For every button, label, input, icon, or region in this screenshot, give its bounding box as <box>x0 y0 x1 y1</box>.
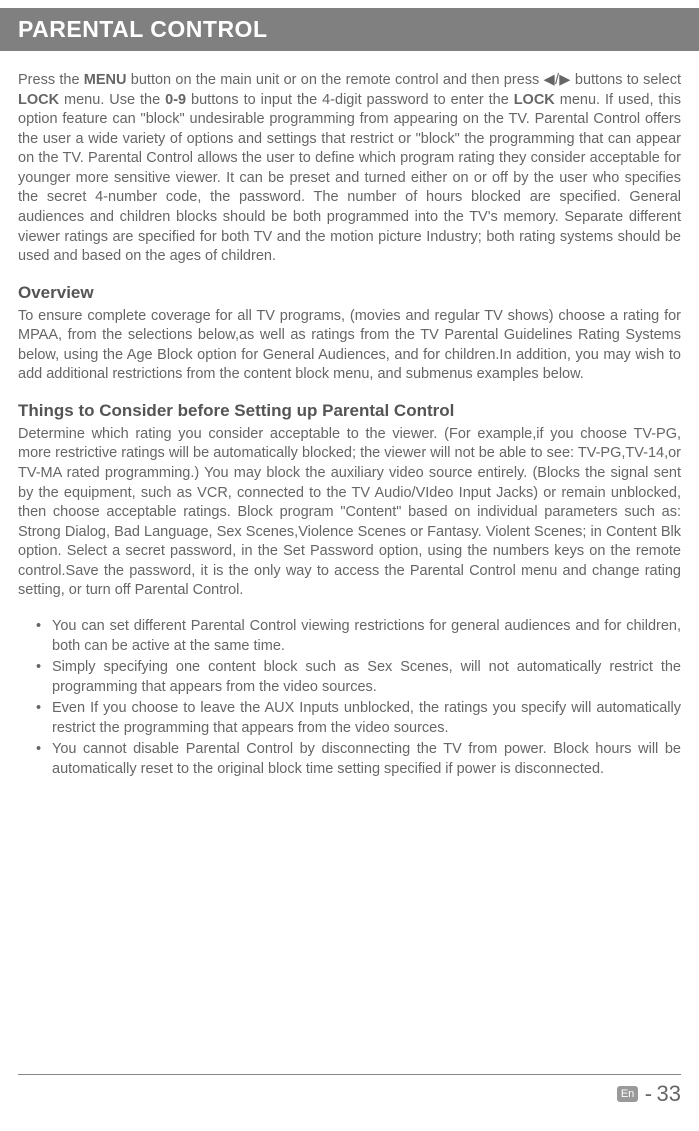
list-item: You can set different Parental Control v… <box>18 617 681 656</box>
overview-heading: Overview <box>18 283 681 303</box>
consider-heading: Things to Consider before Setting up Par… <box>18 401 681 421</box>
footer-dash: - <box>645 1081 652 1106</box>
intro-paragraph: Press the MENU button on the main unit o… <box>18 71 681 267</box>
page-number: 33 <box>657 1081 681 1106</box>
bullet-list: You can set different Parental Control v… <box>18 617 681 780</box>
list-item: Simply specifying one content block such… <box>18 658 681 697</box>
page-header: PARENTAL CONTROL <box>0 8 699 51</box>
language-badge: En <box>617 1086 638 1102</box>
page-content: Press the MENU button on the main unit o… <box>0 51 699 779</box>
list-item: Even If you choose to leave the AUX Inpu… <box>18 699 681 738</box>
page-title: PARENTAL CONTROL <box>18 16 268 42</box>
consider-paragraph: Determine which rating you consider acce… <box>18 425 681 601</box>
list-item: You cannot disable Parental Control by d… <box>18 740 681 779</box>
page-footer: En - 33 <box>18 1074 681 1107</box>
overview-paragraph: To ensure complete coverage for all TV p… <box>18 307 681 385</box>
